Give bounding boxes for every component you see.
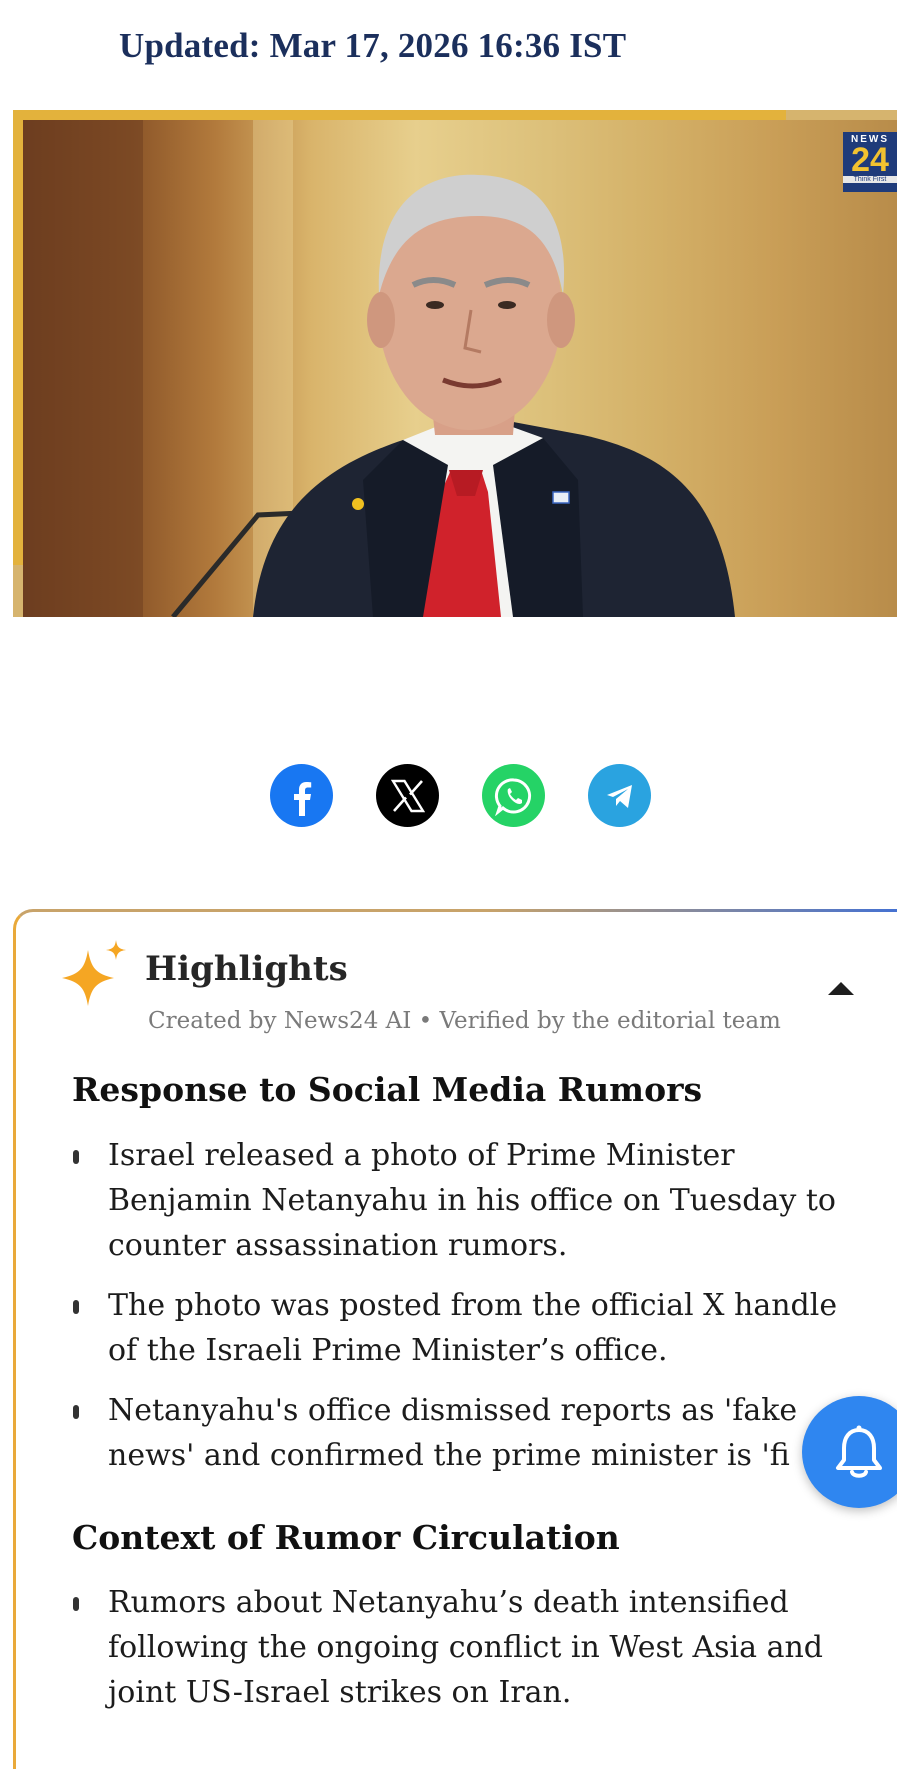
highlights-title: Highlights [145,949,348,989]
share-bar [270,764,651,827]
telegram-share-button[interactable] [588,764,651,827]
highlight-bullet: Israel released a photo of Prime Ministe… [73,1133,863,1268]
bullet-icon [73,1150,79,1164]
updated-timestamp: Updated: Mar 17, 2026 16:36 IST [119,26,627,65]
collapse-caret-icon[interactable] [828,982,854,995]
highlight-bullet: The photo was posted from the official X… [73,1283,863,1373]
x-share-button[interactable] [376,764,439,827]
hero-image[interactable]: NEWS 24 Think First [13,110,897,617]
whatsapp-icon [494,777,531,816]
whatsapp-share-button[interactable] [482,764,545,827]
article-photo: NEWS 24 Think First [23,120,897,617]
facebook-share-button[interactable] [270,764,333,827]
logo-number: 24 [851,141,889,179]
bullet-icon [73,1405,79,1419]
bell-icon [836,1425,882,1478]
telegram-icon [606,784,632,808]
highlight-bullet: Rumors about Netanyahu’s death intensifi… [73,1580,863,1715]
hero-accent-left [13,110,23,565]
bullet-icon [73,1300,79,1314]
x-icon [390,779,425,812]
highlights-card: Highlights Created by News24 AI • Verifi… [13,909,897,1769]
highlights-attribution: Created by News24 AI • Verified by the e… [148,1008,781,1034]
hero-accent-top [13,110,786,120]
section-heading: Response to Social Media Rumors [72,1070,703,1109]
news24-logo: NEWS 24 Think First [843,132,897,192]
sparkle-icon [62,940,126,1006]
section-heading: Context of Rumor Circulation [72,1518,620,1557]
facebook-icon [293,781,311,816]
bullet-icon [73,1597,79,1611]
highlight-bullet: Netanyahu's office dismissed reports as … [73,1388,863,1478]
card-border-gradient [486,909,897,912]
